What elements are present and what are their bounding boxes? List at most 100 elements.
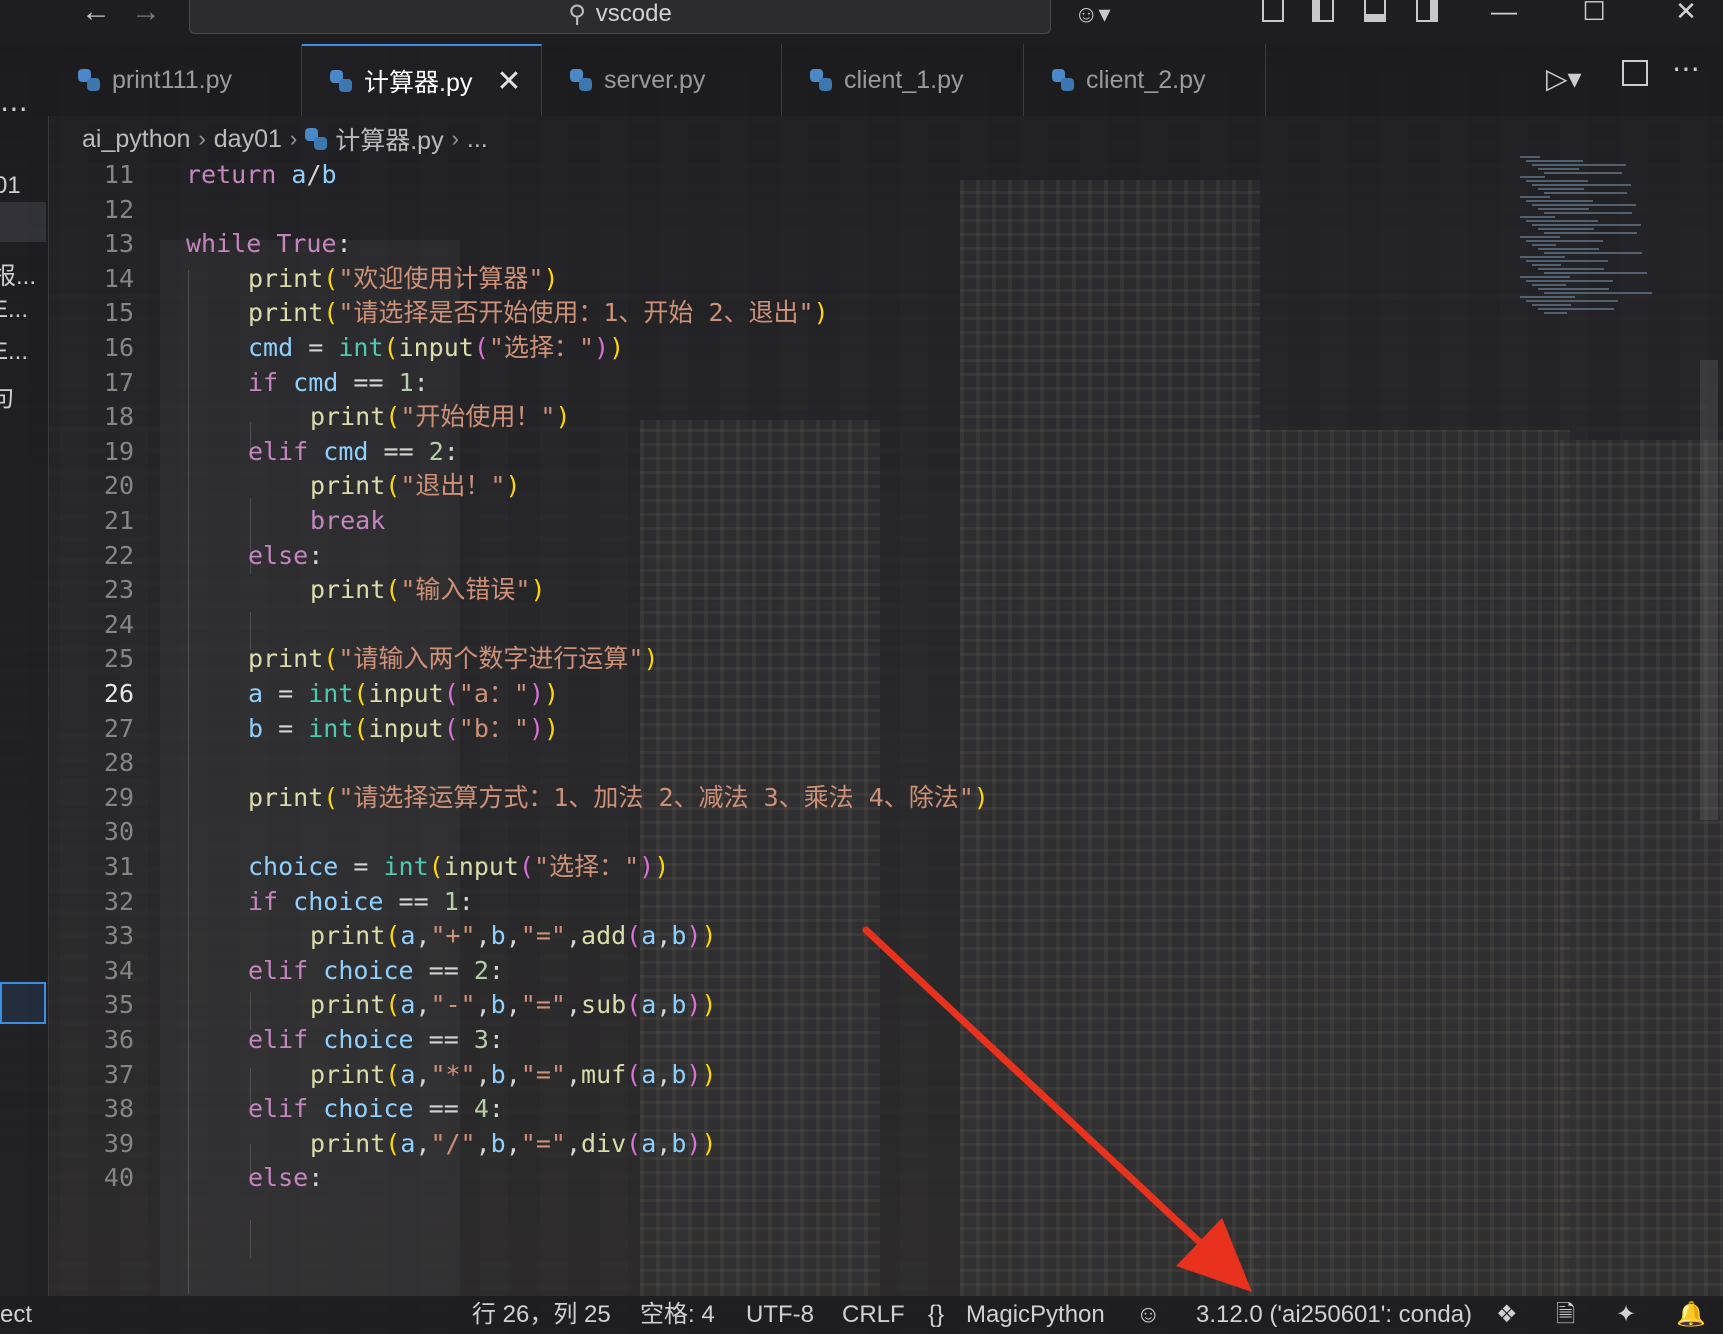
code-text: print("欢迎使用计算器") xyxy=(248,263,559,293)
breadcrumb-symbol[interactable]: ... xyxy=(467,125,488,154)
tab-client-1[interactable]: client_1.py xyxy=(782,44,1024,116)
python-file-icon xyxy=(330,70,352,92)
sidebar-item[interactable]: E... xyxy=(0,338,28,366)
status-bar: ect 行 26，列 25 空格: 4 UTF-8 CRLF {} MagicP… xyxy=(0,1296,1723,1334)
tab-calculator[interactable]: 计算器.py ✕ xyxy=(302,44,542,116)
minimap-line xyxy=(1532,184,1631,186)
code-text: elif choice == 4: xyxy=(248,1094,504,1124)
code-text: print("输入错误") xyxy=(310,575,546,605)
sidebar-item[interactable]: 01 xyxy=(0,172,21,200)
toggle-panel-icon[interactable] xyxy=(1364,0,1386,22)
command-center-search[interactable]: ⚲ vscode xyxy=(189,0,1051,34)
minimap[interactable] xyxy=(1520,156,1652,336)
arrow-right-icon[interactable]: → xyxy=(126,0,166,30)
toggle-secondary-sidebar-icon[interactable] xyxy=(1416,0,1438,22)
code-text: print("请选择运算方式：1、加法 2、减法 3、乘法 4、除法") xyxy=(248,782,989,812)
code-text: if choice == 1: xyxy=(248,886,474,916)
sidebar-selected-item[interactable] xyxy=(0,982,46,1024)
file-icon[interactable]: 🗎 xyxy=(1556,1296,1575,1334)
line-number: 26 xyxy=(103,679,134,708)
code-text: else: xyxy=(248,1163,324,1193)
search-icon: ⚲ xyxy=(568,0,586,28)
editor-scrollbar[interactable] xyxy=(1700,360,1718,820)
indent-guide xyxy=(250,1220,251,1258)
minimap-line xyxy=(1532,204,1636,206)
tab-server[interactable]: server.py xyxy=(542,44,782,116)
line-number: 35 xyxy=(103,990,134,1020)
line-number: 20 xyxy=(103,471,134,501)
status-cursor-position[interactable]: 行 26，列 25 xyxy=(472,1296,611,1334)
chevron-right-icon: › xyxy=(451,126,459,151)
line-number: 16 xyxy=(103,333,134,362)
copilot-icon[interactable]: ☺ xyxy=(1136,1296,1161,1334)
code-text: return a/b xyxy=(186,160,337,189)
minimap-line xyxy=(1532,224,1641,226)
chevron-right-icon: › xyxy=(289,126,298,151)
code-text: print(a,"-",b,"=",sub(a,b)) xyxy=(310,990,717,1020)
code-text: print(a,"/",b,"=",div(a,b)) xyxy=(310,1128,717,1158)
split-editor-icon[interactable] xyxy=(1622,60,1648,86)
code-text: elif choice == 2: xyxy=(248,955,504,985)
minimap-line xyxy=(1532,284,1566,286)
maximize-icon[interactable]: ☐ xyxy=(1564,0,1624,28)
customize-layout-icon[interactable] xyxy=(1262,0,1284,22)
line-number: 19 xyxy=(103,436,134,466)
minimap-line xyxy=(1526,160,1583,162)
close-tab-icon[interactable]: ✕ xyxy=(496,64,521,99)
more-actions-icon[interactable]: ⋯ xyxy=(1672,52,1700,85)
minimap-line xyxy=(1544,272,1647,274)
status-encoding[interactable]: UTF-8 xyxy=(746,1296,814,1334)
code-text: b = int(input("b：")) xyxy=(248,713,560,743)
minimap-line xyxy=(1544,312,1567,314)
breadcrumb-folder[interactable]: ai_python xyxy=(82,125,190,154)
close-window-icon[interactable]: ✕ xyxy=(1656,0,1716,28)
line-number: 33 xyxy=(103,921,134,951)
minimap-line xyxy=(1520,256,1565,258)
toggle-primary-sidebar-icon[interactable] xyxy=(1312,0,1334,22)
python-extension-icon[interactable]: ❖ xyxy=(1496,1296,1518,1334)
status-language-mode[interactable]: MagicPython xyxy=(966,1296,1105,1334)
breadcrumb: ai_python › day01 › 计算器.py › ... xyxy=(82,122,488,156)
line-number: 14 xyxy=(103,263,134,293)
minimap-line xyxy=(1538,188,1584,190)
status-line-ending[interactable]: CRLF xyxy=(842,1296,905,1334)
minimap-line xyxy=(1520,216,1555,218)
line-number: 37 xyxy=(103,1059,134,1089)
minimap-line xyxy=(1526,280,1613,282)
minimap-line xyxy=(1520,296,1575,298)
copilot-icon[interactable]: ☺▾ xyxy=(1074,0,1111,28)
breadcrumb-file[interactable]: 计算器.py xyxy=(335,121,443,157)
status-left-item[interactable]: ect xyxy=(0,1296,32,1334)
breadcrumb-folder[interactable]: day01 xyxy=(214,125,282,154)
minimap-line xyxy=(1544,212,1632,214)
arrow-left-icon[interactable]: ← xyxy=(76,0,116,30)
sidebar-item[interactable]: E... xyxy=(0,296,28,324)
tab-print111[interactable]: print111.py xyxy=(50,44,302,116)
line-number: 21 xyxy=(103,506,134,535)
more-icon[interactable]: ⋯ xyxy=(0,95,28,123)
sidebar-item[interactable]: 句 xyxy=(0,378,14,413)
line-number: 23 xyxy=(103,575,134,605)
minimap-line xyxy=(1532,244,1556,246)
minimap-line xyxy=(1526,260,1608,262)
line-number: 28 xyxy=(103,748,134,778)
line-number: 30 xyxy=(103,817,134,847)
sparkle-icon[interactable]: ✦ xyxy=(1616,1296,1636,1334)
minimize-icon[interactable]: — xyxy=(1474,0,1534,28)
line-number: 18 xyxy=(103,402,134,432)
status-indentation[interactable]: 空格: 4 xyxy=(640,1296,715,1334)
code-editor[interactable]: 11 return a/b 12 13 while True: 14 print("欢迎使用… xyxy=(48,156,1723,1294)
tab-client-2[interactable]: client_2.py xyxy=(1024,44,1266,116)
code-text: print(a,"*",b,"=",muf(a,b)) xyxy=(310,1059,717,1089)
title-bar: ← → ⚲ vscode ☺▾ — ☐ ✕ xyxy=(0,0,1723,44)
code-text: a = int(input("a：")) xyxy=(248,679,560,708)
line-number: 24 xyxy=(103,609,134,639)
bell-icon[interactable]: 🔔 xyxy=(1676,1296,1706,1334)
minimap-line xyxy=(1538,308,1614,310)
minimap-line xyxy=(1532,264,1561,266)
status-python-interpreter[interactable]: 3.12.0 ('ai250601': conda) xyxy=(1196,1296,1472,1334)
run-icon[interactable]: ▷▾ xyxy=(1546,62,1582,95)
line-number: 11 xyxy=(103,160,134,189)
tab-label: client_2.py xyxy=(1086,65,1206,94)
sidebar-item[interactable]: 报... xyxy=(0,256,36,291)
